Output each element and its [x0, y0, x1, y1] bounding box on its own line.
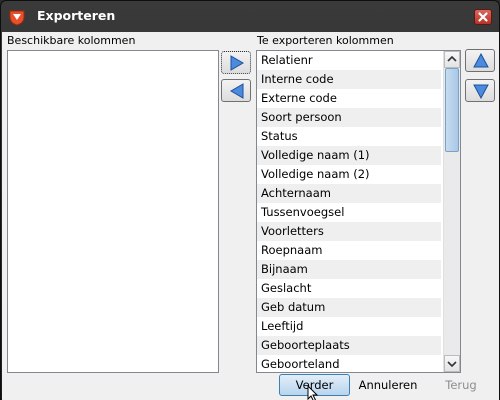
- close-button[interactable]: [474, 9, 492, 25]
- list-item[interactable]: Status: [257, 127, 441, 146]
- app-logo-icon: [9, 10, 25, 26]
- arrow-up-icon: [473, 53, 489, 68]
- list-item[interactable]: Geboorteplaats: [257, 336, 441, 355]
- scroll-thumb[interactable]: [445, 68, 459, 152]
- export-dialog: Exporteren Beschikbare kolommen Te expor…: [0, 0, 500, 400]
- cancel-button[interactable]: Annuleren: [352, 374, 424, 396]
- window-title: Exporteren: [37, 8, 116, 23]
- list-item[interactable]: Voorletters: [257, 222, 441, 241]
- list-item[interactable]: Bijnaam: [257, 260, 441, 279]
- vertical-scrollbar[interactable]: [443, 51, 460, 372]
- scroll-up-button[interactable]: [444, 51, 460, 68]
- close-icon: [478, 12, 488, 22]
- add-column-button[interactable]: [221, 51, 251, 74]
- list-item[interactable]: Soort persoon: [257, 108, 441, 127]
- list-item[interactable]: Roepnaam: [257, 241, 441, 260]
- list-item[interactable]: Volledige naam (1): [257, 146, 441, 165]
- export-columns-label: Te exporteren kolommen: [257, 34, 394, 47]
- move-down-button[interactable]: [465, 79, 495, 102]
- arrow-right-icon: [230, 55, 244, 71]
- back-button[interactable]: Terug: [426, 374, 496, 396]
- chevron-up-icon: [447, 55, 457, 62]
- title-bar: Exporteren: [1, 1, 499, 33]
- scroll-down-button[interactable]: [444, 355, 460, 372]
- list-item[interactable]: Volledige naam (2): [257, 165, 441, 184]
- chevron-down-icon: [447, 361, 457, 368]
- arrow-down-icon: [473, 84, 489, 99]
- available-columns-list[interactable]: [7, 50, 219, 373]
- list-item[interactable]: Geb datum: [257, 298, 441, 317]
- list-item[interactable]: Relatienr: [257, 51, 441, 70]
- list-item[interactable]: Externe code: [257, 89, 441, 108]
- move-up-button[interactable]: [465, 49, 495, 72]
- list-item[interactable]: Leeftijd: [257, 317, 441, 336]
- list-item[interactable]: Interne code: [257, 70, 441, 89]
- list-item[interactable]: Achternaam: [257, 184, 441, 203]
- list-item[interactable]: Geboorteland: [257, 355, 441, 372]
- arrow-left-icon: [230, 83, 244, 99]
- available-columns-label: Beschikbare kolommen: [7, 34, 136, 47]
- list-item[interactable]: Geslacht: [257, 279, 441, 298]
- mouse-pointer-icon: [307, 386, 318, 400]
- export-columns-list[interactable]: Relatienr Interne code Externe code Soort p…: [256, 50, 461, 373]
- remove-column-button[interactable]: [221, 79, 251, 102]
- list-item[interactable]: Tussenvoegsel: [257, 203, 441, 222]
- dialog-body: Beschikbare kolommen Te exporteren kolom…: [2, 32, 499, 400]
